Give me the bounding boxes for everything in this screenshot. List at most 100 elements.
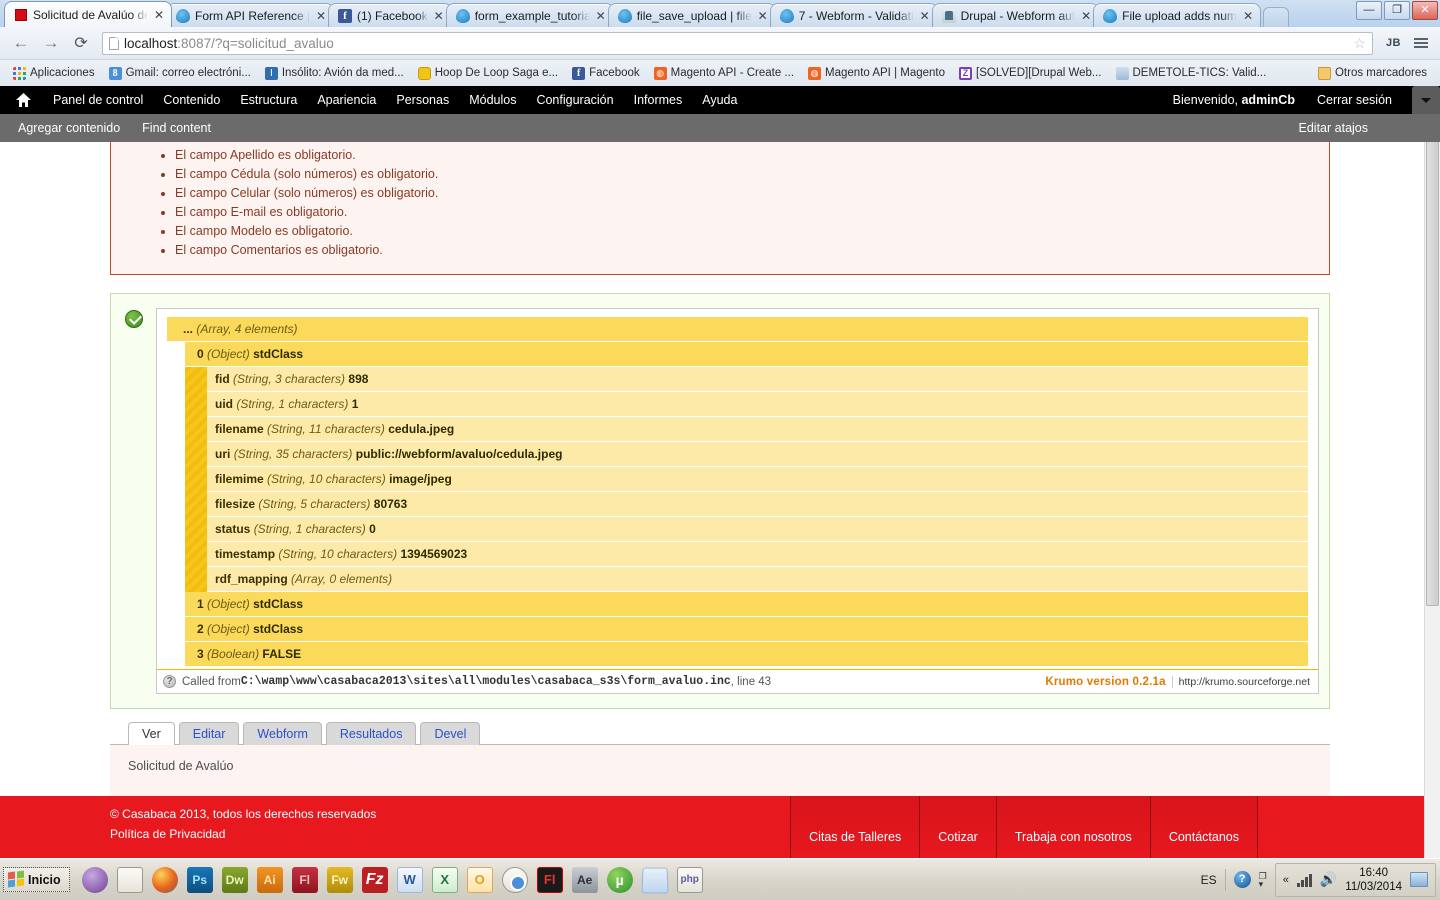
browser-tab[interactable]: Solicitud de Avalúo de ✕: [4, 1, 172, 27]
krumo-object-node[interactable]: 1 (Object) stdClass: [185, 592, 1308, 617]
shortcut-agregar-contenido[interactable]: Agregar contenido: [18, 121, 120, 135]
volume-icon[interactable]: 🔊: [1320, 871, 1337, 888]
browser-tab[interactable]: Drupal - Webform aut ✕: [931, 3, 1100, 27]
photoshop-icon[interactable]: Ps: [186, 866, 213, 893]
browser-chrome: Solicitud de Avalúo de ✕ Form API Refere…: [0, 0, 1440, 86]
browser-tab[interactable]: file_save_upload | file ✕: [607, 3, 776, 27]
reload-icon[interactable]: ⟳: [68, 30, 94, 56]
tab-close-icon[interactable]: ✕: [433, 9, 445, 23]
firefox-icon[interactable]: [151, 866, 178, 893]
browser-tab[interactable]: f (1) Facebook ✕: [328, 3, 452, 27]
fireworks-icon[interactable]: Fw: [326, 866, 353, 893]
tab-close-icon[interactable]: ✕: [757, 9, 769, 23]
start-button[interactable]: Inicio: [3, 867, 70, 892]
after-effects-icon[interactable]: Ae: [571, 866, 598, 893]
scrollbar-thumb[interactable]: [1426, 90, 1439, 606]
tab-close-icon[interactable]: ✕: [595, 9, 607, 23]
tab-close-icon[interactable]: ✕: [315, 9, 327, 23]
outlook-icon[interactable]: O: [466, 866, 493, 893]
logout-link[interactable]: Cerrar sesión: [1307, 93, 1402, 107]
windows-explorer-icon[interactable]: [116, 866, 143, 893]
minimize-button[interactable]: —: [1356, 1, 1382, 20]
chevron-up-icon[interactable]: «: [1283, 874, 1289, 886]
illustrator-icon[interactable]: Ai: [256, 866, 283, 893]
browser-tab[interactable]: 7 - Webform - Validati ✕: [769, 3, 938, 27]
question-icon[interactable]: ?: [163, 675, 176, 688]
chrome-icon[interactable]: [501, 866, 528, 893]
clock[interactable]: 16:40 11/03/2014: [1345, 866, 1402, 894]
tab-resultados[interactable]: Resultados: [325, 722, 417, 745]
excel-icon[interactable]: X: [431, 866, 458, 893]
bookmark-item[interactable]: ◍ Magento API | Magento: [801, 65, 952, 82]
help-icon[interactable]: ?: [1233, 871, 1251, 888]
footer-link-cotizar[interactable]: Cotizar: [919, 796, 996, 858]
bookmark-item[interactable]: DEMETOLE-TICS: Valid...: [1109, 65, 1274, 82]
bookmark-item[interactable]: ◍ Magento API - Create ...: [647, 65, 801, 82]
toolbar-item-personas[interactable]: Personas: [386, 93, 459, 107]
back-icon[interactable]: ←: [8, 30, 34, 56]
tab-devel[interactable]: Devel: [420, 722, 481, 745]
page-body: El campo Apellido es obligatorio. El cam…: [0, 86, 1440, 858]
footer-link-contactanos[interactable]: Contáctanos: [1149, 796, 1258, 858]
dreamweaver-icon[interactable]: Dw: [221, 866, 248, 893]
bookmark-item[interactable]: Z [SOLVED][Drupal Web...: [952, 65, 1108, 82]
toolbar-item-contenido[interactable]: Contenido: [153, 93, 230, 107]
tab-close-icon[interactable]: ✕: [1080, 9, 1092, 23]
bookmark-item[interactable]: Aplicaciones: [6, 65, 102, 82]
filezilla-icon[interactable]: Fz: [361, 866, 388, 893]
bookmark-star-icon[interactable]: ☆: [1353, 35, 1366, 52]
tab-close-icon[interactable]: ✕: [153, 8, 165, 22]
other-bookmarks-folder[interactable]: Otros marcadores: [1311, 65, 1434, 82]
tab-webform[interactable]: Webform: [243, 722, 322, 745]
bookmark-item[interactable]: 8 Gmail: correo electróni...: [102, 65, 258, 82]
toolbar-item-ayuda[interactable]: Ayuda: [692, 93, 747, 107]
shortcut-find-content[interactable]: Find content: [142, 121, 211, 135]
language-indicator[interactable]: ES: [1201, 873, 1217, 887]
profile-button[interactable]: JB: [1381, 37, 1406, 49]
toolbar-item-configuracion[interactable]: Configuración: [526, 93, 623, 107]
maximize-button[interactable]: ❐: [1384, 1, 1410, 20]
toolbar-item-modulos[interactable]: Módulos: [459, 93, 526, 107]
notepad-icon[interactable]: [641, 867, 669, 894]
php-icon[interactable]: php: [676, 866, 703, 893]
krumo-url[interactable]: http://krumo.sourceforge.net: [1171, 675, 1310, 688]
utorrent-icon[interactable]: µ: [606, 866, 633, 893]
forward-icon[interactable]: →: [38, 30, 64, 56]
bookmark-item[interactable]: f Facebook: [565, 65, 647, 82]
tab-close-icon[interactable]: ✕: [919, 9, 931, 23]
edit-shortcuts-link[interactable]: Editar atajos: [1299, 121, 1440, 135]
toolbar-item-panel-de-control[interactable]: Panel de control: [43, 93, 153, 107]
toolbar-item-informes[interactable]: Informes: [624, 93, 693, 107]
tray-expand-icon[interactable]: ❐ ▾: [1259, 871, 1267, 888]
footer-link-trabaja-con-nosotros[interactable]: Trabaja con nosotros: [995, 796, 1150, 858]
tab-ver[interactable]: Ver: [128, 722, 175, 745]
address-bar[interactable]: localhost:8087/?q=solicitud_avaluo ☆: [102, 31, 1373, 55]
footer-link-citas-de-talleres[interactable]: Citas de Talleres: [790, 796, 920, 858]
bookmark-item[interactable]: Hoop De Loop Saga e...: [411, 65, 565, 82]
close-window-button[interactable]: ✕: [1412, 1, 1438, 20]
show-desktop-icon[interactable]: [1410, 872, 1428, 887]
browser-tab[interactable]: form_example_tutoria ✕: [445, 3, 614, 27]
word-icon[interactable]: W: [396, 866, 423, 893]
toolbar-item-estructura[interactable]: Estructura: [230, 93, 307, 107]
flash-builder-icon[interactable]: Fl: [536, 866, 563, 893]
new-tab-button[interactable]: [1263, 7, 1290, 27]
flash-icon[interactable]: Fl: [291, 866, 318, 893]
krumo-root-node[interactable]: ... (Array, 4 elements): [167, 317, 1308, 342]
krumo-object-node[interactable]: 0 (Object) stdClass: [185, 342, 1308, 367]
bookmark-item[interactable]: I Insólito: Avión da med...: [258, 65, 411, 82]
toolbar-item-apariencia[interactable]: Apariencia: [307, 93, 386, 107]
tab-editar[interactable]: Editar: [178, 722, 240, 745]
vertical-scrollbar[interactable]: [1424, 86, 1440, 858]
krumo-object-node[interactable]: 2 (Object) stdClass: [185, 617, 1308, 642]
browser-menu-icon[interactable]: [1410, 38, 1432, 48]
toolbar-drawer-toggle-icon[interactable]: [1412, 86, 1440, 114]
blue-doc-icon: I: [264, 66, 278, 80]
browser-tab[interactable]: Form API Reference | ✕: [166, 3, 334, 27]
tab-close-icon[interactable]: ✕: [1242, 9, 1254, 23]
internet-explorer-icon[interactable]: [81, 866, 108, 893]
home-icon[interactable]: [6, 93, 43, 107]
footer-privacy-link[interactable]: Política de Privacidad: [110, 824, 376, 844]
signal-icon[interactable]: [1296, 873, 1312, 887]
browser-tab[interactable]: File upload adds numb ✕: [1093, 3, 1262, 27]
